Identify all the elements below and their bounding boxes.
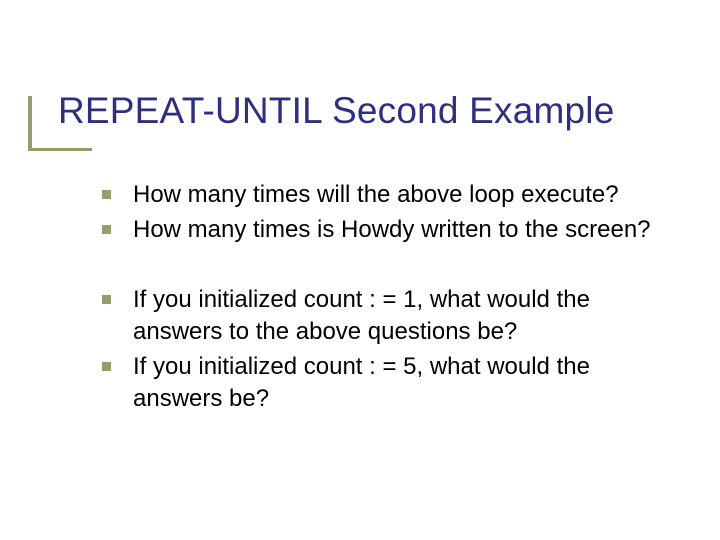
list-item: If you initialized count : = 5, what wou… xyxy=(102,351,670,414)
bullet-text: How many times will the above loop execu… xyxy=(133,179,619,211)
slide-body: How many times will the above loop execu… xyxy=(102,179,670,415)
spacer xyxy=(102,250,670,284)
square-bullet-icon xyxy=(102,295,111,304)
list-item: How many times is Howdy written to the s… xyxy=(102,214,670,246)
title-accent-vertical xyxy=(28,96,32,148)
slide-title: REPEAT-UNTIL Second Example xyxy=(58,90,720,133)
square-bullet-icon xyxy=(102,225,111,234)
square-bullet-icon xyxy=(102,362,111,371)
bullet-text: How many times is Howdy written to the s… xyxy=(133,214,651,246)
bullet-text: If you initialized count : = 1, what wou… xyxy=(133,284,670,347)
list-item: How many times will the above loop execu… xyxy=(102,179,670,211)
square-bullet-icon xyxy=(102,190,111,199)
list-item: If you initialized count : = 1, what wou… xyxy=(102,284,670,347)
title-accent-horizontal xyxy=(28,148,92,151)
bullet-text: If you initialized count : = 5, what wou… xyxy=(133,351,670,414)
slide: REPEAT-UNTIL Second Example How many tim… xyxy=(0,0,720,540)
title-block: REPEAT-UNTIL Second Example xyxy=(58,90,720,133)
